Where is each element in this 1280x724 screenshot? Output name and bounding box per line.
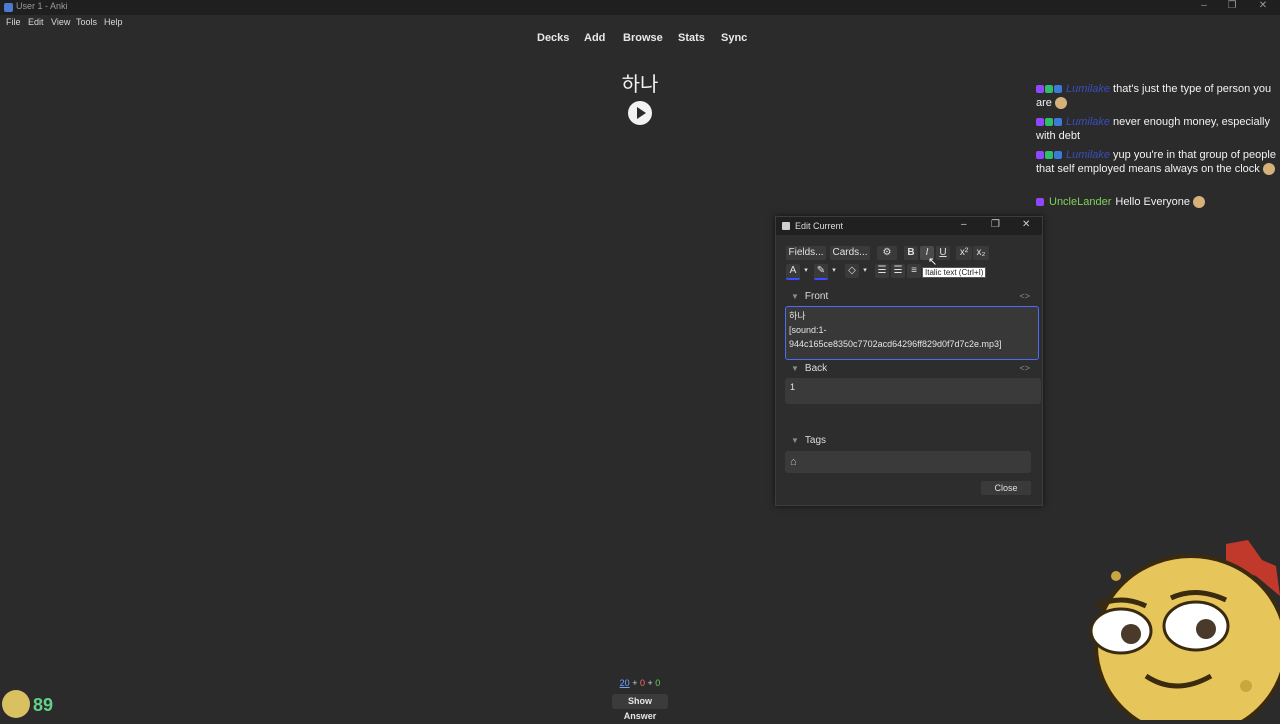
front-field-editor[interactable]: 하나 [sound:1- 944c165ce8350c7702acd64296f…: [785, 306, 1039, 360]
plus-separator: +: [632, 678, 638, 688]
nav-add[interactable]: Add: [584, 32, 605, 44]
nav-browse[interactable]: Browse: [623, 32, 663, 44]
badge-icon: [1036, 198, 1044, 207]
potato-mascot-image: [1089, 540, 1280, 720]
highlight-icon[interactable]: ✎: [814, 264, 828, 280]
chat-message: Lumilake yup you're in that group of peop…: [1036, 148, 1276, 176]
tags-label-text: Tags: [804, 435, 827, 446]
numbered-list-icon[interactable]: ☰: [891, 264, 905, 278]
html-editor-toggle-icon[interactable]: <>: [1019, 363, 1030, 373]
front-line: 944c165ce8350c7702acd64296ff829d0f7d7c2e…: [789, 339, 1002, 349]
chat-username: Lumilake: [1066, 116, 1111, 128]
close-icon[interactable]: ✕: [1022, 219, 1030, 230]
align-icon[interactable]: ≡: [907, 264, 921, 278]
subscript-button[interactable]: x₂: [973, 246, 989, 260]
emote-icon: [1262, 163, 1275, 176]
tags-label[interactable]: ▼ Tags: [791, 435, 826, 446]
emote-icon: [1054, 97, 1067, 110]
play-audio-icon[interactable]: [628, 101, 652, 125]
bullet-list-icon[interactable]: ☰: [875, 264, 889, 278]
window-title: User 1 - Anki: [16, 1, 68, 11]
menu-edit[interactable]: Edit: [28, 17, 44, 27]
review-count: 0: [655, 678, 661, 688]
chevron-down-icon[interactable]: ▾: [829, 264, 839, 278]
mouse-cursor-icon: ↖: [928, 256, 938, 268]
back-label-text: Back: [804, 363, 828, 374]
dialog-title-bar: Edit Current – ❐ ✕: [776, 217, 1042, 235]
card-front-text: 하나: [621, 74, 659, 96]
fields-button[interactable]: Fields...: [786, 246, 826, 260]
show-answer-button[interactable]: Show Answer: [612, 694, 668, 721]
new-count[interactable]: 20: [620, 678, 630, 688]
nav-decks[interactable]: Decks: [537, 32, 569, 44]
bold-button[interactable]: B: [904, 246, 918, 260]
badge-icon: [1054, 85, 1062, 94]
edit-current-dialog: Edit Current – ❐ ✕ Fields... Cards... ⚙ …: [775, 216, 1043, 506]
learn-count: 0: [639, 678, 645, 688]
minimize-icon[interactable]: –: [1192, 0, 1216, 11]
menu-help[interactable]: Help: [104, 17, 123, 27]
minimize-icon[interactable]: –: [961, 219, 967, 230]
title-bar: User 1 - Anki – ❐ ✕: [0, 0, 1280, 15]
gear-icon[interactable]: ⚙: [877, 246, 897, 260]
front-line: 하나: [789, 311, 806, 321]
superscript-button[interactable]: x²: [956, 246, 972, 260]
back-field-editor[interactable]: 1: [785, 378, 1041, 404]
overlay-counter: 89: [33, 695, 54, 715]
badge-icon: [1036, 118, 1044, 127]
chevron-down-icon: ▼: [791, 436, 799, 445]
front-line: [sound:1-: [789, 325, 827, 335]
text-color-button[interactable]: A: [786, 264, 800, 280]
chat-username: Lumilake: [1066, 149, 1111, 161]
menu-tools[interactable]: Tools: [76, 17, 97, 27]
back-field-label[interactable]: ▼ Back: [791, 363, 827, 374]
badge-icon: [1036, 85, 1044, 94]
dialog-title: Edit Current: [795, 221, 844, 231]
close-button[interactable]: Close: [981, 481, 1031, 495]
mascot-icon: [2, 690, 30, 718]
plus-separator: +: [647, 678, 653, 688]
italic-tooltip: Italic text (Ctrl+I): [922, 267, 987, 278]
maximize-icon[interactable]: ❐: [991, 219, 1000, 230]
chevron-down-icon: ▼: [791, 292, 799, 301]
nav-sync[interactable]: Sync: [721, 32, 747, 44]
eraser-icon[interactable]: ◇: [845, 264, 859, 278]
chevron-down-icon[interactable]: ▾: [860, 264, 870, 278]
front-field-label[interactable]: ▼ Front: [791, 291, 828, 302]
menu-view[interactable]: View: [51, 17, 70, 27]
chat-username: Lumilake: [1066, 83, 1111, 95]
badge-icon: [1045, 151, 1053, 160]
badge-icon: [1036, 151, 1044, 160]
badge-icon: [1054, 118, 1062, 127]
menu-file[interactable]: File: [6, 17, 21, 27]
anki-app-icon: [4, 3, 13, 12]
emote-icon: [1193, 196, 1206, 209]
tag-icon: ⌂: [790, 456, 797, 468]
badge-icon: [1054, 151, 1062, 160]
underline-button[interactable]: U: [936, 246, 950, 260]
chat-text: Hello Everyone: [1115, 196, 1190, 208]
chat-message: Lumilake that's just the type of person y…: [1036, 82, 1276, 110]
edit-icon: [782, 222, 790, 230]
card-counts: 20 + 0 + 0: [600, 678, 680, 688]
tags-input[interactable]: ⌂: [785, 451, 1031, 473]
chat-message: UncleLander Hello Everyone: [1036, 195, 1276, 209]
nav-stats[interactable]: Stats: [678, 32, 705, 44]
html-editor-toggle-icon[interactable]: <>: [1019, 291, 1030, 301]
chat-message: Lumilake never enough money, especially w…: [1036, 115, 1276, 143]
front-label-text: Front: [804, 291, 829, 302]
badge-icon: [1045, 118, 1053, 127]
chat-username: UncleLander: [1049, 196, 1112, 208]
close-icon[interactable]: ✕: [1251, 0, 1275, 11]
cards-button[interactable]: Cards...: [830, 246, 870, 260]
chevron-down-icon[interactable]: ▾: [801, 264, 811, 278]
badge-icon: [1045, 85, 1053, 94]
chevron-down-icon: ▼: [791, 364, 799, 373]
maximize-icon[interactable]: ❐: [1220, 0, 1244, 11]
